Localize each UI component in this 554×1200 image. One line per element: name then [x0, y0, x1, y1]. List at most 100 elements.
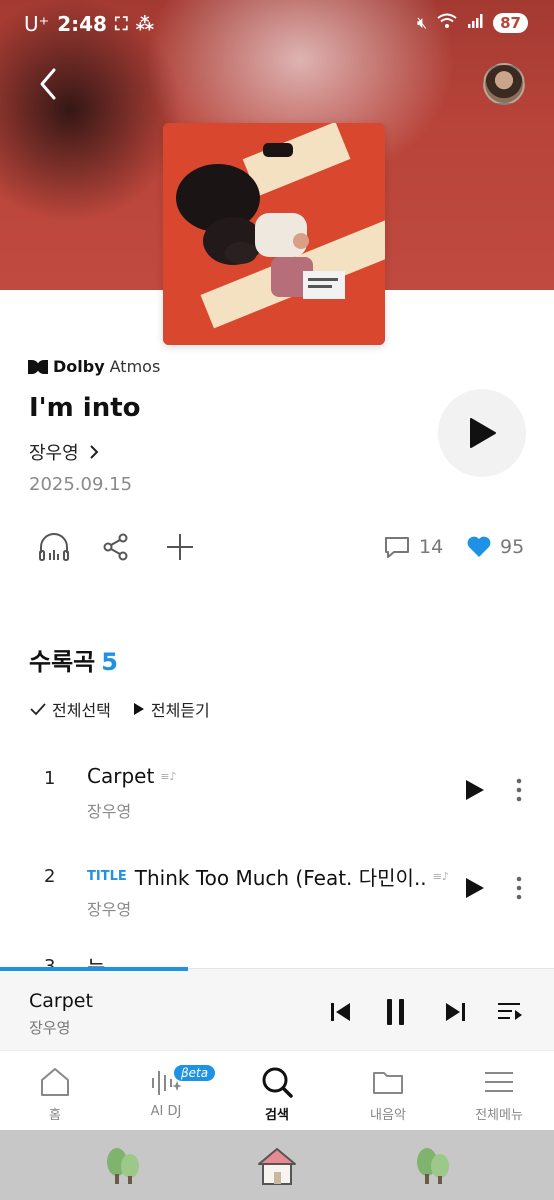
track-row[interactable]: 1 Carpet ≡♪ 장우영 [0, 756, 554, 836]
dolby-atmos-badge: Dolby Atmos [28, 357, 160, 376]
more-vertical-icon [516, 876, 522, 900]
screenshot-icon: ⛶ [114, 13, 128, 35]
like-count: 95 [500, 536, 525, 558]
track-number: 2 [44, 866, 56, 887]
system-recents-button[interactable] [101, 1144, 145, 1188]
playback-progress-fill [0, 967, 189, 971]
battery-indicator: 87 [493, 13, 528, 33]
dolby-sub-label: Atmos [109, 357, 161, 376]
chevron-left-icon [40, 68, 56, 100]
album-title: I'm into [29, 393, 141, 423]
tracklist-controls: 전체선택 전체듣기 [30, 697, 210, 721]
comment-icon [385, 537, 409, 558]
add-to-playlist-button[interactable] [162, 529, 198, 565]
pause-button[interactable] [382, 997, 410, 1027]
home-icon [41, 1068, 69, 1096]
mute-icon: 🔇︎ [417, 13, 428, 32]
wifi-icon [437, 13, 457, 33]
track-row[interactable]: 2 TITLE Think Too Much (Feat. 다민이.. ≡♪ 장… [0, 854, 554, 934]
playlist-queue-icon [498, 1003, 522, 1020]
play-icon [470, 418, 496, 448]
nav-my-music-label: 내음악 [370, 1108, 406, 1123]
now-playing-title: Carpet [29, 990, 93, 1012]
play-all-label: 전체듣기 [150, 701, 210, 720]
nav-search[interactable]: 검색 [222, 1051, 332, 1131]
folder-icon [373, 1072, 403, 1094]
play-all-button[interactable]: 전체듣기 [133, 697, 210, 721]
select-all-button[interactable]: 전체선택 [30, 697, 111, 721]
nav-search-label: 검색 [265, 1108, 289, 1123]
nav-ai-dj[interactable]: βeta AI DJ [111, 1051, 221, 1131]
plus-icon [167, 534, 193, 560]
track-title: Carpet [87, 764, 155, 788]
mini-player[interactable]: Carpet 장우영 [0, 967, 554, 1050]
system-home-button[interactable] [255, 1144, 299, 1188]
tracklist-heading-label: 수록곡 [29, 648, 96, 676]
status-bar: U⁺ 2:48 ⛶ ⁂ 🔇︎ 87 [0, 0, 554, 52]
system-navigation-bar [0, 1130, 554, 1200]
nav-all-menu-label: 전체메뉴 [475, 1108, 523, 1123]
pause-icon [387, 999, 404, 1025]
tracklist-heading: 수록곡 5 [29, 642, 118, 677]
track-count: 5 [101, 648, 118, 676]
check-icon [30, 703, 46, 716]
track-play-button[interactable] [462, 778, 486, 802]
carrier-label: U⁺ [24, 12, 50, 36]
menu-icon [485, 1072, 513, 1092]
nav-home-label: 홈 [49, 1108, 61, 1123]
lyrics-icon: ≡♪ [160, 769, 177, 783]
tree-icon [417, 1148, 449, 1184]
playback-progress-bar[interactable] [0, 967, 554, 971]
like-button[interactable]: 95 [466, 535, 524, 559]
nav-my-music[interactable]: 내음악 [333, 1051, 443, 1131]
next-button[interactable] [440, 997, 468, 1027]
track-title: 늪 [87, 956, 106, 968]
play-small-icon [133, 703, 144, 715]
nav-all-menu[interactable]: 전체메뉴 [444, 1051, 554, 1131]
play-icon [466, 780, 484, 800]
system-back-button[interactable] [411, 1144, 455, 1188]
track-more-button[interactable] [510, 776, 528, 804]
tree-icon [107, 1148, 139, 1184]
track-artist: 장우영 [87, 900, 132, 919]
share-icon [103, 533, 128, 561]
track-artist: 장우영 [87, 802, 132, 821]
queue-button[interactable] [496, 997, 524, 1027]
chevron-right-icon [89, 445, 99, 459]
search-icon [262, 1067, 293, 1098]
bottom-navigation: 홈 βeta AI DJ 검색 내음악 전체메뉴 [0, 1050, 554, 1130]
more-vertical-icon [516, 778, 522, 802]
skip-previous-icon [331, 1003, 350, 1021]
heart-icon [467, 536, 491, 557]
release-date: 2025.09.15 [29, 474, 133, 495]
house-icon [258, 1148, 296, 1185]
dolby-brand-label: Dolby [53, 357, 105, 376]
dolby-logo-icon [28, 359, 48, 374]
artist-link[interactable]: 장우영 [29, 439, 99, 465]
skip-next-icon [446, 1003, 465, 1021]
signal-icon [467, 13, 483, 33]
lyrics-icon: ≡♪ [432, 870, 449, 883]
comments-button[interactable]: 14 [383, 535, 443, 559]
play-album-button[interactable] [438, 389, 526, 477]
clock: 2:48 [57, 12, 107, 36]
nav-ai-dj-label: AI DJ [150, 1104, 182, 1119]
play-icon [466, 878, 484, 898]
profile-avatar[interactable] [483, 63, 525, 105]
listen-count-button[interactable] [36, 529, 72, 565]
previous-button[interactable] [328, 997, 356, 1027]
track-more-button[interactable] [510, 874, 528, 902]
track-play-button[interactable] [462, 876, 486, 900]
comment-count: 14 [419, 536, 444, 558]
track-title: Think Too Much (Feat. 다민이.. [134, 866, 427, 890]
grid-app-icon: ⁂ [135, 13, 154, 35]
beta-badge: βeta [174, 1065, 216, 1081]
now-playing-artist: 장우영 [29, 1019, 71, 1037]
nav-home[interactable]: 홈 [0, 1051, 110, 1131]
select-all-label: 전체선택 [52, 701, 111, 720]
track-row-partial[interactable]: 3 늪 [0, 952, 554, 968]
album-cover-art [163, 123, 385, 345]
artist-name: 장우영 [29, 443, 79, 464]
share-button[interactable] [98, 529, 134, 565]
back-button[interactable] [32, 64, 68, 104]
